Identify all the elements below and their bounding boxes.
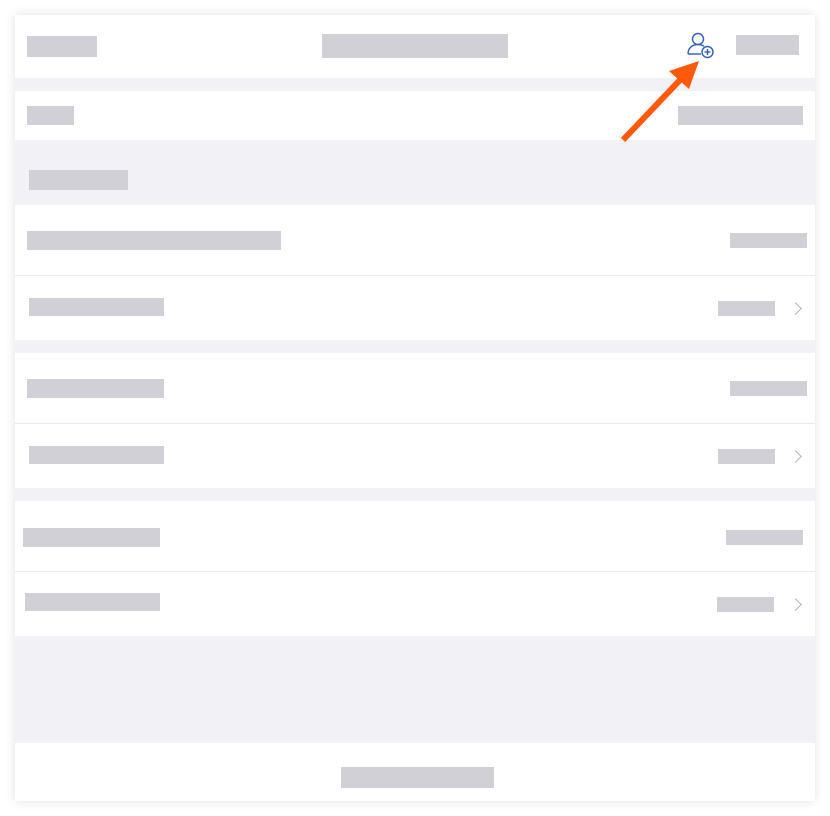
list-item-label <box>23 528 160 547</box>
list-group-2 <box>15 353 815 488</box>
list-item-value <box>718 449 775 464</box>
list-item-label <box>29 298 164 316</box>
app-window <box>15 15 815 801</box>
footer-bar <box>15 743 815 801</box>
list-item-label <box>29 446 164 464</box>
edit-button[interactable] <box>736 35 799 55</box>
top-row[interactable] <box>15 91 815 140</box>
list-item[interactable] <box>15 572 815 636</box>
section-header <box>29 170 128 190</box>
top-row-value <box>678 106 803 125</box>
list-item-value <box>730 381 807 396</box>
list-item[interactable] <box>15 205 815 275</box>
top-row-label <box>27 106 74 125</box>
list-item-value <box>730 233 807 248</box>
list-item[interactable] <box>15 424 815 488</box>
list-item-label <box>25 593 160 611</box>
back-button[interactable] <box>27 36 97 57</box>
chevron-right-icon <box>789 598 802 611</box>
list-item[interactable] <box>15 353 815 423</box>
list-item-value <box>718 301 775 316</box>
list-group-3 <box>15 501 815 636</box>
list-item[interactable] <box>15 501 815 571</box>
chevron-right-icon <box>789 450 802 463</box>
list-item-value <box>717 597 774 612</box>
person-add-icon <box>687 32 714 59</box>
list-item-label <box>27 231 281 250</box>
list-item[interactable] <box>15 276 815 340</box>
list-item-label <box>27 379 164 398</box>
add-contact-button[interactable] <box>685 31 717 61</box>
navigation-bar <box>15 15 815 78</box>
list-group-1 <box>15 205 815 340</box>
page-title <box>322 34 508 58</box>
list-item-value <box>726 530 803 545</box>
footer-button[interactable] <box>341 767 494 788</box>
chevron-right-icon <box>789 302 802 315</box>
